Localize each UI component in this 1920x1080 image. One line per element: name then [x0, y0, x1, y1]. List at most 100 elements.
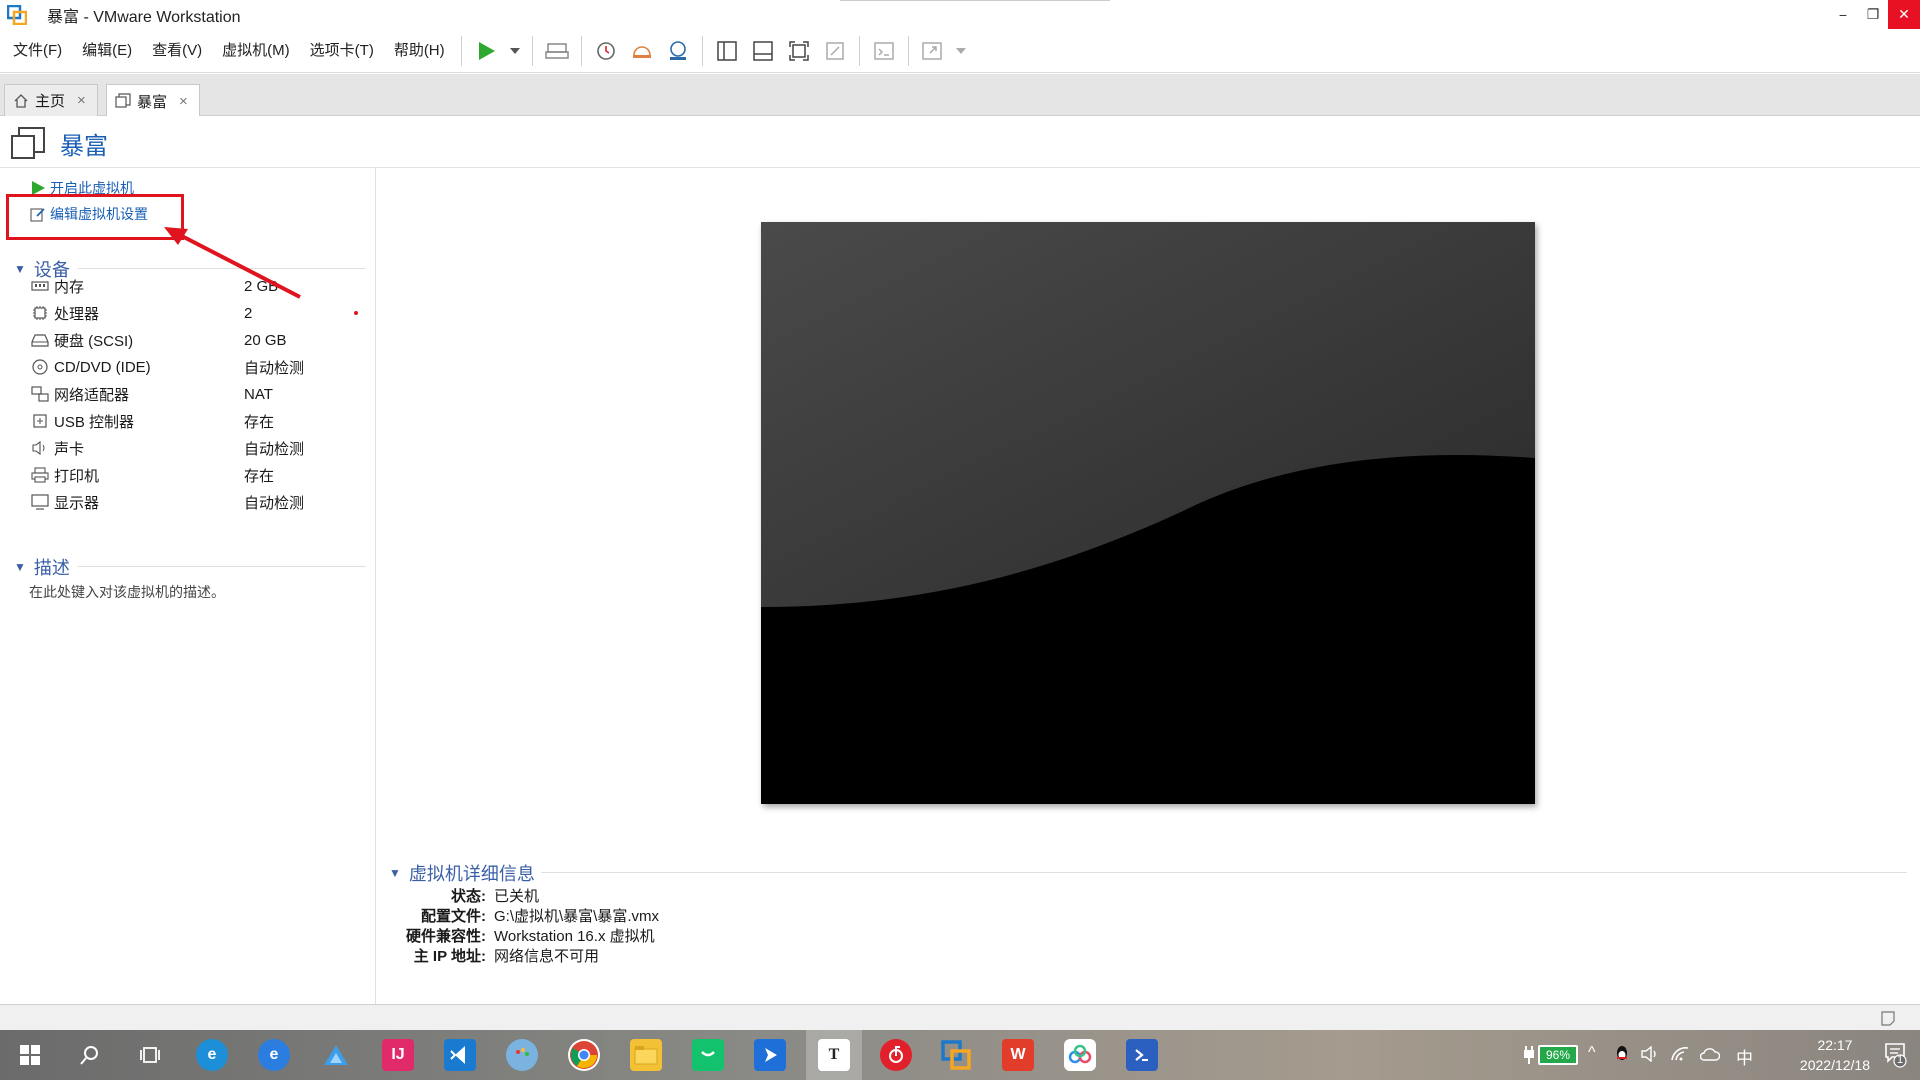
cloud-drive-icon[interactable]: [320, 1039, 352, 1071]
volume-icon[interactable]: [1640, 1046, 1660, 1062]
powershell-icon[interactable]: [1126, 1039, 1158, 1071]
notification-center-icon[interactable]: 1: [1884, 1042, 1908, 1068]
task-view-icon[interactable]: [134, 1039, 166, 1071]
toolbar-separator: [531, 35, 533, 66]
vm-detail-value: 已关机: [494, 887, 540, 905]
menu-tabs[interactable]: 选项卡(T): [300, 36, 384, 66]
tray-expand-icon[interactable]: ^: [1588, 1044, 1596, 1062]
file-explorer-icon[interactable]: [630, 1039, 662, 1071]
revert-snapshot-button[interactable]: [627, 36, 657, 66]
wifi-icon[interactable]: [1670, 1046, 1690, 1062]
wps-office-icon[interactable]: W: [1002, 1039, 1034, 1071]
windows-start-icon[interactable]: [14, 1039, 46, 1071]
system-clock[interactable]: 22:17 2022/12/18: [1800, 1035, 1870, 1075]
vm-icon: [115, 93, 131, 108]
minimize-button[interactable]: −: [1828, 0, 1858, 29]
message-log-icon[interactable]: [1880, 1010, 1896, 1026]
ie-browser-icon[interactable]: e: [258, 1039, 290, 1071]
vm-detail-key: 硬件兼容性:: [406, 927, 486, 945]
tab-vm[interactable]: 暴富 ×: [106, 84, 200, 117]
menu-help[interactable]: 帮助(H): [384, 36, 455, 66]
display-icon: [30, 494, 50, 510]
power-on-toolbar-button[interactable]: [471, 36, 501, 66]
vmware-taskbar-icon[interactable]: [940, 1039, 972, 1071]
console-icon: [873, 41, 894, 60]
full-screen-button[interactable]: [784, 36, 814, 66]
edge-browser-icon[interactable]: e: [196, 1039, 228, 1071]
vmware-window: 暴富 - VMware Workstation − ❐ ✕ 文件(F) 编辑(E…: [0, 0, 1920, 1080]
network-icon: [30, 386, 50, 402]
toolbar-separator: [858, 35, 860, 66]
unity-button[interactable]: [820, 36, 850, 66]
qq-icon[interactable]: [1614, 1044, 1630, 1064]
device-row[interactable]: 声卡 自动检测: [30, 437, 360, 459]
tab-vm-label: 暴富: [137, 93, 168, 111]
section-divider: [541, 872, 1907, 873]
snapshot-button[interactable]: [591, 36, 621, 66]
show-thumbnail-button[interactable]: [748, 36, 778, 66]
menu-view[interactable]: 查看(V): [142, 36, 212, 66]
onedrive-cloud-icon[interactable]: [1700, 1047, 1720, 1061]
vscode-icon[interactable]: [444, 1039, 476, 1071]
tab-home-label: 主页: [35, 93, 66, 110]
toolbar-separator: [701, 35, 703, 66]
toolbar-separator: [460, 35, 462, 66]
vm-large-icon: [10, 126, 46, 160]
console-view-button[interactable]: [869, 36, 899, 66]
menu-vm[interactable]: 虚拟机(M): [212, 36, 300, 66]
clock-date: 2022/12/18: [1799, 1057, 1870, 1073]
battery-percent: 96%: [1545, 1048, 1571, 1062]
baidu-netdisk-icon[interactable]: [1064, 1039, 1096, 1071]
feishu-app-icon[interactable]: [754, 1039, 786, 1071]
snapshot-manager-icon: [669, 40, 686, 60]
device-row[interactable]: 处理器 2: [30, 302, 360, 324]
vm-header: 暴富: [0, 116, 1920, 168]
description-section-header[interactable]: ▼ 描述: [14, 554, 70, 580]
device-name: 打印机: [54, 467, 100, 485]
device-value: 自动检测: [244, 440, 305, 458]
device-row[interactable]: 显示器 自动检测: [30, 491, 360, 513]
snapshot-manager-button[interactable]: [663, 36, 693, 66]
device-name: 硬盘 (SCSI): [54, 332, 134, 350]
send-ctrl-alt-del-button[interactable]: [542, 36, 572, 66]
vm-screen-thumbnail[interactable]: [761, 222, 1535, 804]
battery-indicator[interactable]: 96%: [1538, 1045, 1578, 1065]
menu-edit[interactable]: 编辑(E): [72, 36, 142, 66]
device-value: 存在: [244, 467, 275, 485]
stretch-dropdown-button[interactable]: [954, 36, 968, 66]
menu-file[interactable]: 文件(F): [3, 36, 72, 66]
clock-time: 22:17: [1817, 1037, 1853, 1053]
device-row[interactable]: USB 控制器 存在: [30, 410, 360, 432]
vmware-app-icon[interactable]: [6, 4, 28, 25]
search-icon[interactable]: [74, 1039, 106, 1071]
device-row[interactable]: 打印机 存在: [30, 464, 360, 486]
jetbrains-ide-icon[interactable]: IJ: [382, 1039, 414, 1071]
notification-count: 1: [1896, 1054, 1904, 1066]
chevron-down-icon: [509, 47, 520, 54]
vm-details-header[interactable]: ▼ 虚拟机详细信息: [389, 860, 535, 886]
tab-home[interactable]: 主页 ×: [4, 84, 98, 116]
messaging-app-icon[interactable]: [692, 1039, 724, 1071]
device-name: 声卡: [54, 440, 85, 458]
tab-vm-close-button[interactable]: ×: [179, 93, 188, 110]
netease-music-icon[interactable]: [880, 1039, 912, 1071]
paint-palette-icon[interactable]: [506, 1039, 538, 1071]
device-row[interactable]: 硬盘 (SCSI) 20 GB: [30, 329, 360, 351]
close-button[interactable]: ✕: [1888, 0, 1920, 29]
description-placeholder[interactable]: 在此处键入对该虚拟机的描述。: [29, 582, 225, 602]
chrome-icon[interactable]: [568, 1039, 600, 1071]
vm-detail-key: 配置文件:: [421, 907, 486, 925]
typora-icon[interactable]: T: [818, 1039, 850, 1071]
power-dropdown-button[interactable]: [507, 36, 523, 66]
device-name: 处理器: [54, 305, 100, 323]
stretch-guest-button[interactable]: [918, 36, 948, 66]
tab-home-close-button[interactable]: ×: [77, 92, 86, 109]
input-method-indicator[interactable]: 中: [1736, 1044, 1753, 1069]
device-row[interactable]: 网络适配器 NAT: [30, 383, 360, 405]
device-row[interactable]: CD/DVD (IDE) 自动检测: [30, 356, 360, 378]
show-library-button[interactable]: [712, 36, 742, 66]
stretch-icon: [921, 41, 942, 60]
device-name: CD/DVD (IDE): [54, 358, 151, 376]
vm-detail-row: 主 IP 地址: 网络信息不可用: [377, 945, 1077, 965]
restore-button[interactable]: ❐: [1858, 0, 1888, 29]
